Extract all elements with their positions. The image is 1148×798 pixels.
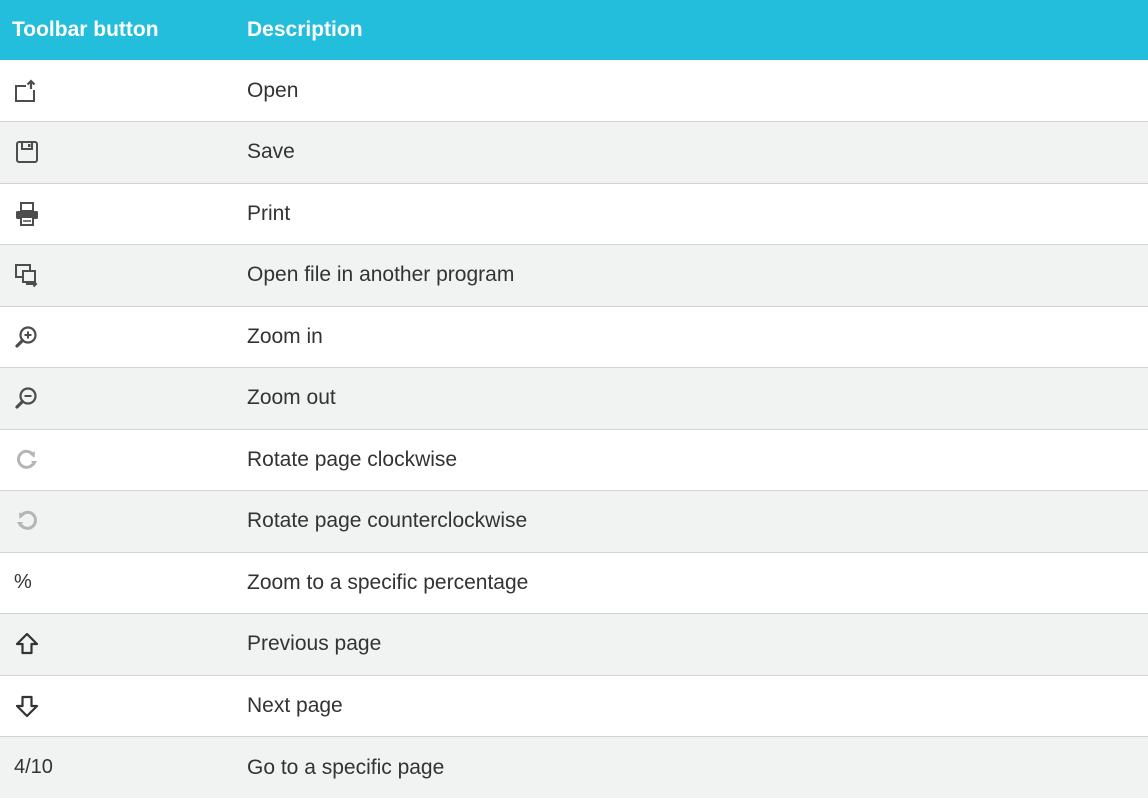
column-header-toolbar-button: Toolbar button: [12, 18, 159, 41]
table-row: Previous page: [0, 613, 1148, 676]
table-row: Next page: [0, 675, 1148, 737]
open-icon: [14, 78, 40, 104]
description-cell: Save: [247, 121, 1148, 184]
toolbar-button-cell: [0, 121, 247, 184]
toolbar-button-cell: [0, 183, 247, 245]
description-cell: Open: [247, 60, 1148, 122]
table-body: Open Save Print Open file in another pro…: [0, 60, 1148, 798]
toolbar-button-cell: 4/10: [14, 756, 53, 778]
description-cell: Previous page: [247, 613, 1148, 676]
header-row: Toolbar button Description: [0, 0, 1148, 60]
toolbar-button-cell: [0, 60, 247, 122]
description-cell: Go to a specific page: [247, 755, 445, 779]
table-row: 4/10 Go to a specific page: [0, 736, 1148, 798]
next-page-icon: [14, 693, 40, 719]
column-header-description: Description: [247, 18, 363, 41]
description-cell: Zoom in: [247, 306, 1148, 368]
table-row: Zoom in: [0, 306, 1148, 368]
table-header: Toolbar button Description: [0, 0, 1148, 60]
description-cell: Rotate page counterclockwise: [247, 490, 1148, 553]
table-row: Open file in another program: [0, 244, 1148, 307]
table-row: Rotate page clockwise: [0, 429, 1148, 491]
description-cell: Rotate page clockwise: [247, 429, 1148, 491]
table-row: Zoom out: [0, 367, 1148, 430]
zoom-out-icon: [14, 385, 40, 411]
description-cell: Print: [247, 183, 1148, 245]
print-icon: [14, 201, 40, 227]
toolbar-button-cell: %: [0, 552, 247, 614]
table-row: % Zoom to a specific percentage: [0, 552, 1148, 614]
table-row: Rotate page counterclockwise: [0, 490, 1148, 553]
toolbar-button-cell: [0, 490, 247, 553]
table-row: Print: [0, 183, 1148, 245]
description-cell: Zoom out: [247, 367, 1148, 430]
description-cell: Open file in another program: [247, 244, 1148, 307]
toolbar-button-cell: [0, 244, 247, 307]
table-row: Open: [0, 60, 1148, 122]
rotate-clockwise-icon: [14, 447, 40, 473]
save-icon: [14, 139, 40, 165]
zoom-in-icon: [14, 324, 40, 350]
toolbar-button-cell: [0, 675, 247, 737]
toolbar-button-cell: [0, 367, 247, 430]
description-cell: Next page: [247, 675, 1148, 737]
table-row: Save: [0, 121, 1148, 184]
open-in-program-icon: [14, 262, 40, 288]
toolbar-button-cell: [0, 613, 247, 676]
toolbar-buttons-table: Toolbar button Description Open Save Pri…: [0, 0, 1148, 798]
toolbar-button-cell: [0, 429, 247, 491]
previous-page-icon: [14, 631, 40, 657]
rotate-counterclockwise-icon: [14, 508, 40, 534]
toolbar-button-cell: [0, 306, 247, 368]
description-cell: Zoom to a specific percentage: [247, 552, 1148, 614]
